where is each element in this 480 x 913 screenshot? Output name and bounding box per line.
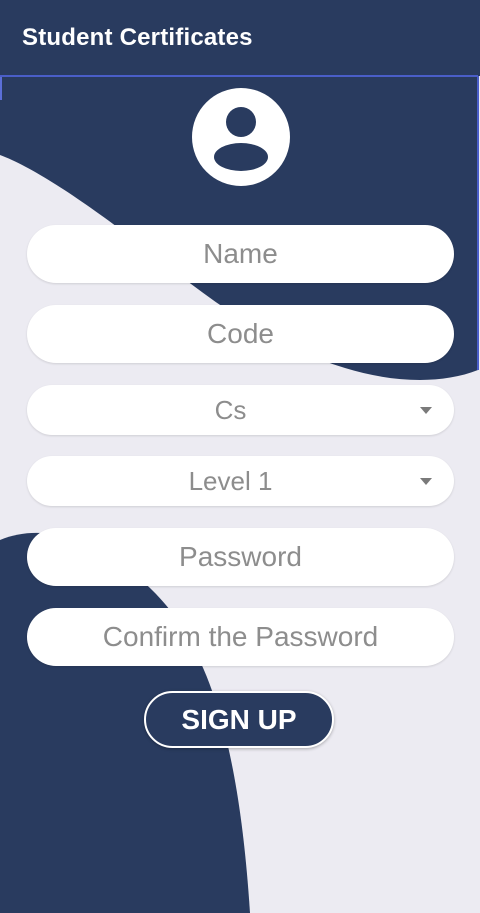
- name-placeholder: Name: [203, 238, 278, 269]
- code-field[interactable]: Code: [27, 305, 454, 363]
- level-select[interactable]: Level 1: [27, 456, 454, 506]
- level-value: Level 1: [188, 465, 273, 496]
- department-select[interactable]: Cs: [27, 385, 454, 435]
- department-value: Cs: [214, 394, 247, 425]
- password-field[interactable]: Password: [27, 528, 454, 586]
- code-placeholder: Code: [207, 318, 274, 349]
- name-field[interactable]: Name: [27, 225, 454, 283]
- caret-down-icon: [420, 478, 432, 485]
- account-circle-icon: [192, 88, 290, 186]
- password-placeholder: Password: [179, 541, 302, 572]
- sign-up-button[interactable]: SIGN UP: [144, 691, 334, 748]
- caret-down-icon: [420, 407, 432, 414]
- confirm-password-placeholder: Confirm the Password: [102, 621, 379, 652]
- confirm-password-field[interactable]: Confirm the Password: [27, 608, 454, 666]
